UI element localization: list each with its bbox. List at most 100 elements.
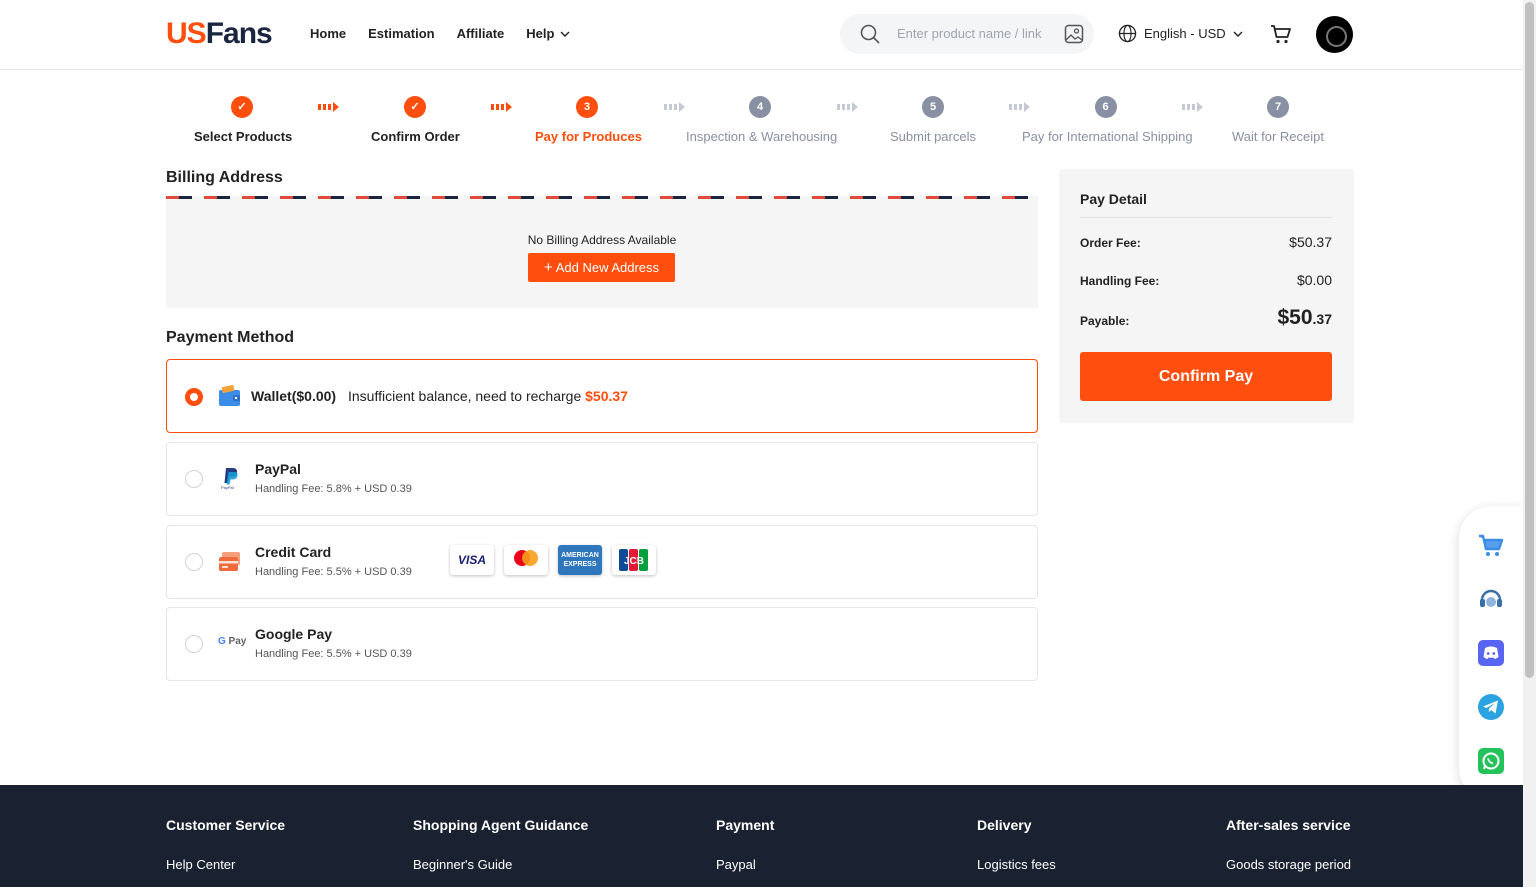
paypal-name: PayPal (255, 461, 301, 477)
airmail-border (166, 196, 1038, 199)
payment-option-google-pay[interactable]: G Pay Google Pay Handling Fee: 5.5% + US… (166, 607, 1038, 681)
language-selector[interactable]: English - USD (1118, 24, 1243, 43)
footer-heading: Customer Service (166, 817, 286, 833)
wallet-radio[interactable] (185, 388, 203, 406)
step-label: Confirm Order (371, 129, 460, 144)
cart-icon[interactable] (1477, 531, 1505, 559)
step-pay-for-produces: 3 Pay for Produces (535, 96, 642, 144)
footer-col-after-sales: After-sales service Goods storage period (1226, 817, 1351, 872)
visa-logo-text: VISA (457, 553, 486, 567)
payable-label: Payable: (1080, 314, 1130, 328)
credit-card-name: Credit Card (255, 544, 332, 560)
page-footer: Customer Service Help Center Shopping Ag… (0, 785, 1523, 887)
wallet-icon (219, 385, 240, 406)
usfans-logo[interactable]: USFans (166, 18, 273, 50)
footer-link[interactable]: Help Center (166, 857, 285, 872)
scrollbar-thumb[interactable] (1525, 2, 1534, 678)
step-label: Select Products (194, 129, 293, 144)
wallet-message-text: Insufficient balance, need to recharge (348, 388, 582, 404)
nav-home[interactable]: Home (310, 26, 346, 42)
confirm-pay-button[interactable]: Confirm Pay (1080, 352, 1332, 401)
image-search-icon[interactable] (1064, 24, 1084, 44)
step-check-icon: ✓ (231, 96, 253, 118)
no-billing-address-text: No Billing Address Available (527, 233, 677, 247)
step-select-products: ✓ Select Products (194, 96, 293, 144)
user-avatar[interactable] (1316, 16, 1353, 53)
step-label: Wait for Receipt (1232, 129, 1324, 144)
step-label: Submit parcels (890, 129, 976, 144)
handling-fee-label: Handling Fee: (1080, 274, 1160, 288)
step-label: Pay for Produces (535, 129, 642, 144)
search-bar[interactable]: Enter product name / link (840, 14, 1094, 54)
handling-fee-value: $0.00 (1296, 272, 1332, 288)
footer-heading: After-sales service (1226, 817, 1351, 833)
paypal-fee: Handling Fee: 5.8% + USD 0.39 (255, 483, 412, 495)
footer-heading: Delivery (977, 817, 1032, 833)
add-new-address-button[interactable]: + Add New Address (528, 253, 675, 282)
payment-option-paypal[interactable]: PayPal PayPal Handling Fee: 5.8% + USD 0… (166, 442, 1038, 516)
step-confirm-order: ✓ Confirm Order (371, 96, 460, 144)
payable-cents: .37 (1312, 311, 1332, 327)
footer-col-payment: Payment Paypal (716, 817, 774, 872)
cart-icon[interactable] (1269, 22, 1293, 46)
credit-card-icon (219, 552, 240, 571)
step-number: 6 (1094, 96, 1117, 118)
step-arrow-icon (1182, 102, 1203, 112)
paypal-radio[interactable] (185, 470, 203, 488)
order-fee-value: $50.37 (1289, 234, 1332, 250)
page-scrollbar[interactable] (1523, 0, 1536, 887)
plus-icon: + (543, 259, 553, 276)
billing-address-box: No Billing Address Available + Add New Ad… (166, 196, 1038, 308)
payment-option-wallet[interactable]: Wallet($0.00) Insufficient balance, need… (166, 359, 1038, 433)
floating-contact-bar (1459, 506, 1523, 800)
search-icon[interactable] (860, 24, 880, 44)
footer-col-delivery: Delivery Logistics fees (977, 817, 1056, 872)
support-icon[interactable] (1477, 585, 1505, 613)
payment-option-credit-card[interactable]: Credit Card Handling Fee: 5.5% + USD 0.3… (166, 525, 1038, 599)
step-arrow-icon (491, 102, 512, 112)
mastercard-icon (514, 550, 538, 566)
nav-help-label: Help (526, 26, 555, 41)
footer-link[interactable]: Goods storage period (1226, 857, 1351, 872)
telegram-icon[interactable] (1477, 693, 1505, 721)
payable-value: $50.37 (1277, 306, 1332, 330)
step-number: 4 (749, 96, 771, 118)
nav-help[interactable]: Help (526, 26, 570, 42)
chevron-down-icon (1233, 31, 1243, 37)
wallet-name: Wallet($0.00) (251, 388, 337, 404)
payable-main: $50 (1277, 306, 1313, 329)
discord-icon[interactable] (1477, 639, 1505, 667)
globe-icon (1118, 24, 1137, 43)
top-header: USFans Home Estimation Affiliate Help En… (0, 0, 1523, 70)
footer-link[interactable]: Logistics fees (977, 857, 1056, 872)
footer-heading: Payment (716, 817, 775, 833)
credit-card-radio[interactable] (185, 553, 203, 571)
wallet-insufficient-message: Insufficient balance, need to recharge $… (348, 388, 628, 404)
step-submit-parcels: 5 Submit parcels (890, 96, 976, 144)
jcb-logo: JCB (612, 545, 656, 575)
wallet-recharge-amount: $50.37 (585, 388, 628, 404)
add-new-address-label: Add New Address (555, 260, 660, 275)
whatsapp-icon[interactable] (1477, 747, 1505, 775)
footer-col-shopping-agent-guidance: Shopping Agent Guidance Beginner's Guide (413, 817, 588, 872)
pay-detail-title: Pay Detail (1080, 191, 1147, 207)
payment-method-title: Payment Method (166, 329, 295, 346)
language-label: English - USD (1144, 26, 1226, 41)
search-input[interactable]: Enter product name / link (897, 26, 1042, 41)
step-wait-for-receipt: 7 Wait for Receipt (1232, 96, 1324, 144)
step-inspection-warehousing: 4 Inspection & Warehousing (686, 96, 837, 144)
footer-link[interactable]: Beginner's Guide (413, 857, 588, 872)
main-nav: Home Estimation Affiliate Help (310, 26, 592, 42)
google-pay-radio[interactable] (185, 635, 203, 653)
step-arrow-icon (664, 102, 685, 112)
nav-estimation[interactable]: Estimation (368, 26, 434, 42)
footer-link[interactable]: Paypal (716, 857, 774, 872)
google-pay-name: Google Pay (255, 626, 333, 642)
pay-detail-panel: Pay Detail Order Fee: $50.37 Handling Fe… (1059, 169, 1354, 423)
mastercard-logo (504, 545, 548, 575)
nav-affiliate[interactable]: Affiliate (457, 26, 505, 42)
step-arrow-icon (837, 102, 858, 112)
step-number: 5 (922, 96, 944, 118)
jcb-icon: JCB (619, 549, 648, 571)
order-fee-label: Order Fee: (1080, 236, 1141, 250)
